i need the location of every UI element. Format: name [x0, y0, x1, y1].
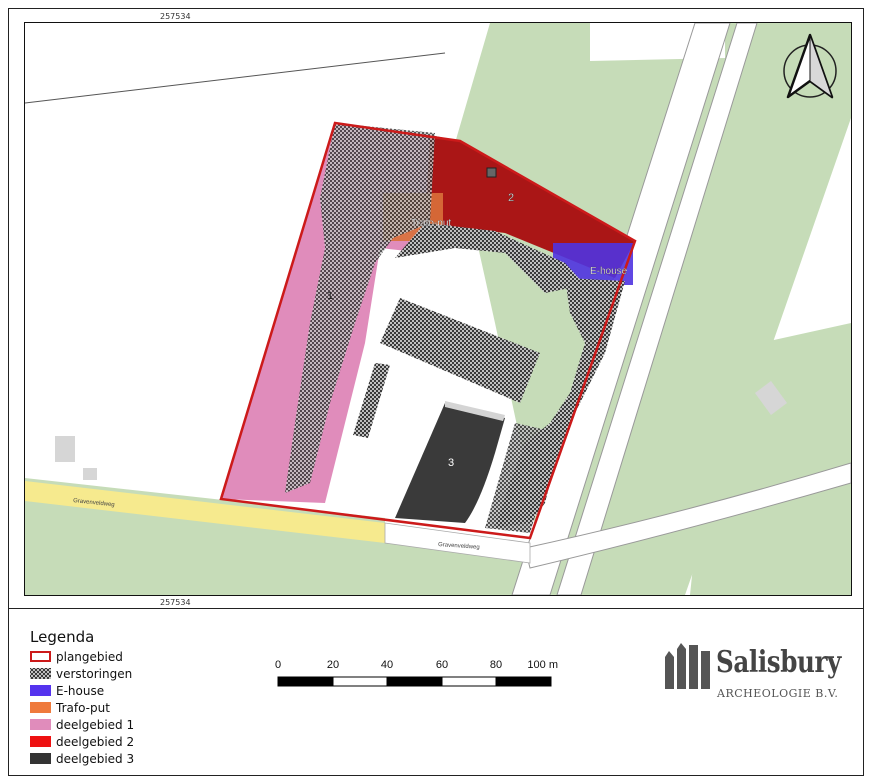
scale-bar-graphic: 0 20 40 60 80 100 m — [275, 659, 558, 687]
legend-item-trafo-put: Trafo-put — [30, 699, 134, 716]
salisbury-logo: Salisbury ARCHEOLOGIE B.V. — [663, 643, 843, 713]
building-west-2 — [83, 468, 97, 480]
logo-subtitle: ARCHEOLOGIE B.V. — [717, 687, 839, 700]
legend-item-e-house: E-house — [30, 682, 134, 699]
logo-name: Salisbury — [716, 645, 841, 680]
legend-label: deelgebied 3 — [56, 751, 135, 766]
verstoringen-swatch — [30, 668, 51, 679]
legend-item-deelgebied-3: deelgebied 3 — [30, 750, 134, 767]
scale-tick-60: 60 — [436, 659, 448, 671]
legend-label: plangebied — [56, 649, 123, 664]
salisbury-columns-icon — [665, 643, 710, 689]
legend-label: deelgebied 1 — [56, 717, 135, 732]
trafo-put-swatch — [30, 702, 51, 713]
scale-tick-0: 0 — [275, 659, 281, 671]
legend-item-verstoringen: verstoringen — [30, 665, 134, 682]
coord-bottom-label: 257534 — [160, 598, 191, 607]
legend-title: Legenda — [30, 628, 95, 646]
scale-tick-20: 20 — [327, 659, 339, 671]
map-view[interactable]: 1 2 3 Trafo-put E-house Gravenveldweg Gr… — [24, 22, 852, 596]
deelgebied-1-swatch — [30, 719, 51, 730]
area-label-3: 3 — [448, 457, 454, 469]
legend: Legenda plangebied verstoringen E-house … — [30, 628, 134, 767]
coord-top-label: 257534 — [160, 12, 191, 21]
area-label-1: 1 — [327, 290, 333, 302]
scale-tick-80: 80 — [490, 659, 502, 671]
scale-bar: 0 20 40 60 80 100 m — [268, 656, 558, 696]
label-e-house: E-house — [590, 266, 628, 277]
legend-label: verstoringen — [56, 666, 133, 681]
deelgebied-2-swatch — [30, 736, 51, 747]
grass-area-southeast — [690, 323, 851, 595]
legend-item-deelgebied-1: deelgebied 1 — [30, 716, 134, 733]
area-label-2: 2 — [508, 192, 514, 204]
legend-item-deelgebied-2: deelgebied 2 — [30, 733, 134, 750]
legend-label: E-house — [56, 683, 105, 698]
legend-item-plangebied: plangebied — [30, 648, 134, 665]
legend-label: Trafo-put — [56, 700, 110, 715]
deelgebied-3-swatch — [30, 753, 51, 764]
marker-square — [486, 167, 497, 178]
map-canvas: 1 2 3 Trafo-put E-house Gravenveldweg Gr… — [25, 23, 851, 595]
label-trafo-put: Trafo-put — [411, 218, 451, 229]
plangebied-swatch — [30, 651, 51, 662]
legend-label: deelgebied 2 — [56, 734, 135, 749]
scale-tick-100: 100 m — [527, 659, 558, 671]
scale-tick-40: 40 — [381, 659, 393, 671]
panel-separator — [8, 608, 864, 609]
verstoringen-strip — [353, 363, 390, 438]
building-west-1 — [55, 436, 75, 462]
parcel-boundary-line — [25, 52, 446, 104]
e-house-swatch — [30, 685, 51, 696]
